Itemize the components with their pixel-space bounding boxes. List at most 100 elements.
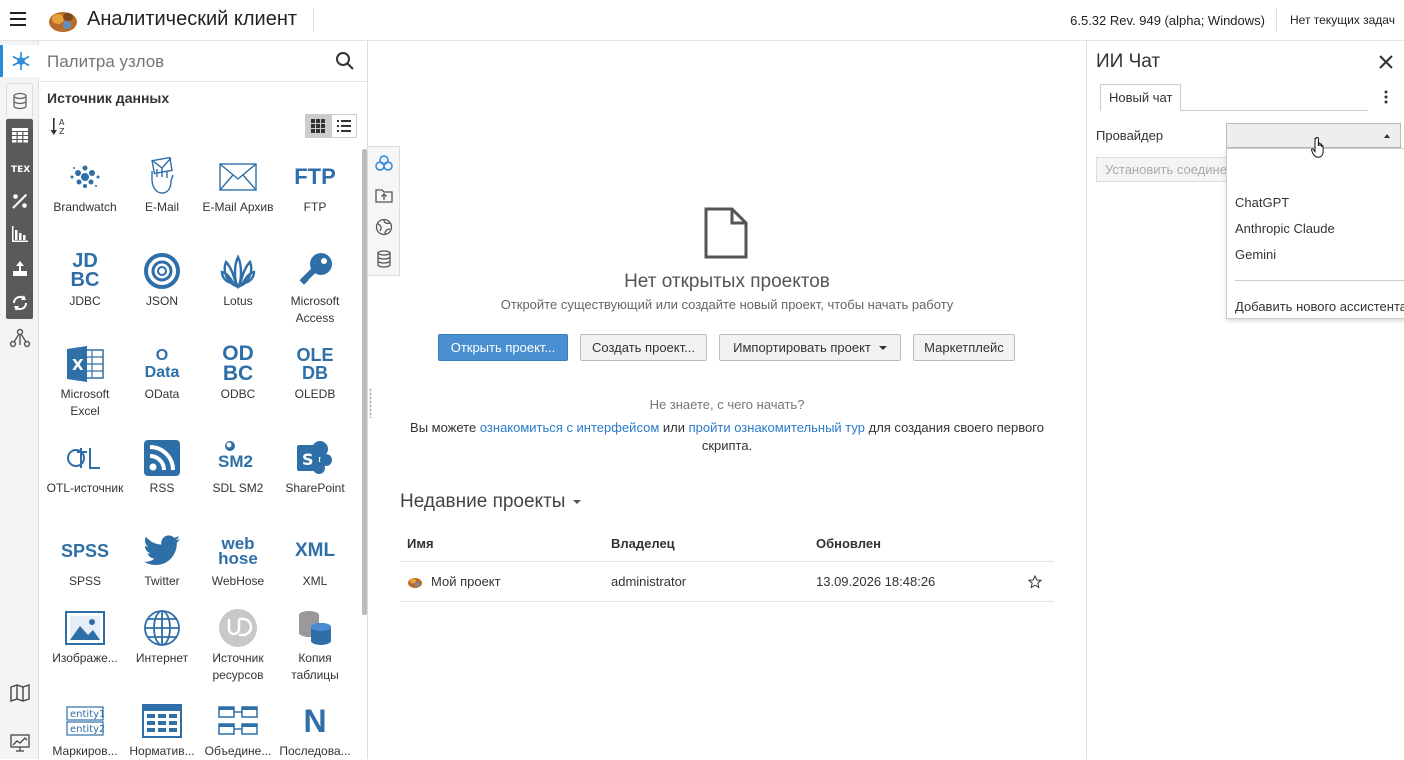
node-jdbc[interactable]: JD BC JDBC: [46, 249, 124, 310]
node-table-copy[interactable]: Копия таблицы: [276, 606, 354, 684]
node-sdl-sm2[interactable]: SM2 SDL SM2: [199, 436, 277, 497]
tour-link[interactable]: пройти ознакомительный тур: [689, 420, 865, 435]
svg-text:S: S: [302, 450, 314, 469]
percent-icon[interactable]: [0, 185, 39, 217]
menu-icon[interactable]: [10, 12, 26, 26]
column-header[interactable]: Обновлен: [816, 525, 881, 561]
node-spss[interactable]: SPSS SPSS: [46, 529, 124, 590]
palette-search-input[interactable]: [47, 51, 327, 73]
email-archive-icon: [219, 163, 257, 191]
caret-up-icon: [1384, 134, 1390, 138]
node-email[interactable]: E-Mail: [123, 155, 201, 216]
grid-view-icon[interactable]: [305, 114, 331, 138]
provider-option[interactable]: Anthropic Claude: [1235, 221, 1335, 236]
node-ms-access[interactable]: Microsoft Access: [276, 249, 354, 327]
node-oledb[interactable]: OLE DB OLEDB: [276, 342, 354, 403]
node-odbc[interactable]: OD BC ODBC: [199, 342, 277, 403]
node-brandwatch[interactable]: Brandwatch: [46, 155, 124, 216]
normative-icon: [142, 704, 182, 738]
export-icon[interactable]: [0, 253, 39, 285]
tasks-status[interactable]: Нет текущих задач: [1290, 13, 1395, 27]
table-row[interactable]: Мой проект administrator 13.09.2026 18:4…: [400, 562, 1054, 602]
app-title: Аналитический клиент: [87, 8, 298, 30]
snowflake-icon[interactable]: [0, 45, 39, 77]
node-ms-excel[interactable]: X Microsoft Excel: [46, 342, 124, 420]
node-sharepoint[interactable]: S SharePoint: [276, 436, 354, 497]
upload-folder-icon[interactable]: [368, 179, 399, 211]
node-rss[interactable]: RSS: [123, 436, 201, 497]
node-twitter[interactable]: Twitter: [123, 529, 201, 590]
odbc-icon: OD BC: [222, 342, 254, 385]
marketplace-button[interactable]: Маркетплейс: [913, 334, 1015, 361]
recent-projects-title[interactable]: Недавние проекты: [400, 491, 582, 513]
database-stack-icon[interactable]: [368, 243, 399, 275]
otl-icon: [67, 448, 100, 469]
resource-source-icon: [219, 609, 257, 647]
merge-icon: [218, 706, 258, 735]
monitor-chart-icon[interactable]: [0, 727, 39, 759]
import-project-button[interactable]: Импортировать проект: [719, 334, 901, 361]
help-text: Вы можете ознакомиться с интерфейсом или…: [410, 420, 1044, 453]
text-icon[interactable]: TEXT: [0, 152, 39, 184]
node-merge[interactable]: Объедине...: [199, 699, 277, 760]
sort-az-icon[interactable]: AZ: [50, 117, 70, 137]
webhose-icon: web hose: [218, 534, 258, 568]
node-resource-source[interactable]: Источник ресурсов: [199, 606, 277, 684]
svg-text:entity2: entity2: [70, 724, 104, 735]
node-json[interactable]: JSON: [123, 249, 201, 310]
map-icon[interactable]: [0, 677, 39, 709]
node-webhose[interactable]: web hose WebHose: [199, 529, 277, 590]
create-project-button[interactable]: Создать проект...: [580, 334, 707, 361]
node-sequence[interactable]: N Последова...: [276, 699, 354, 760]
json-icon: [144, 253, 180, 289]
close-icon[interactable]: [1378, 54, 1394, 70]
palette-scrollbar[interactable]: [362, 149, 367, 615]
database-icon[interactable]: [0, 85, 39, 117]
app-logo: [49, 12, 77, 32]
web-icon[interactable]: [368, 211, 399, 243]
table-icon[interactable]: [0, 119, 39, 151]
column-header[interactable]: Владелец: [611, 525, 675, 561]
top-bar: Аналитический клиент 6.5.32 Rev. 949 (al…: [0, 0, 1404, 41]
network-icon[interactable]: [0, 322, 39, 354]
list-view-icon[interactable]: [331, 114, 357, 138]
chat-title: ИИ Чат: [1096, 51, 1161, 72]
interface-link[interactable]: ознакомиться с интерфейсом: [480, 420, 659, 435]
provider-option[interactable]: Gemini: [1235, 247, 1276, 262]
node-normative[interactable]: Норматив...: [123, 699, 201, 760]
help-question: Не знаете, с чего начать?: [649, 397, 805, 412]
nodes-icon[interactable]: [368, 147, 399, 179]
node-image[interactable]: Изображе...: [46, 606, 124, 667]
node-entity[interactable]: entity1 entity2 Маркиров...: [46, 699, 124, 760]
divider: [1235, 280, 1404, 281]
tab-new-chat[interactable]: Новый чат: [1100, 84, 1182, 111]
svg-text:A: A: [59, 118, 65, 127]
node-odata[interactable]: O Data OData: [123, 342, 201, 403]
node-ftp[interactable]: FTP FTP: [276, 155, 354, 216]
splitter-handle[interactable]: [369, 388, 372, 418]
node-email-archive[interactable]: E-Mail Архив: [199, 155, 277, 216]
node-internet[interactable]: Интернет: [123, 606, 201, 667]
star-icon[interactable]: [1028, 562, 1042, 601]
empty-title: Нет открытых проектов: [624, 271, 830, 292]
provider-option[interactable]: ChatGPT: [1235, 195, 1289, 210]
open-project-button[interactable]: Открыть проект...: [438, 334, 568, 361]
provider-dropdown: ChatGPT Anthropic Claude Gemini Добавить…: [1226, 148, 1404, 319]
add-assistant-option[interactable]: Добавить нового ассистента: [1235, 299, 1404, 314]
caret-down-icon: [573, 500, 582, 504]
recycle-icon[interactable]: [0, 287, 39, 319]
sharepoint-icon: S: [297, 441, 332, 474]
svg-text:TEXT: TEXT: [11, 165, 30, 175]
project-name-cell[interactable]: Мой проект: [407, 562, 501, 601]
search-icon[interactable]: [335, 51, 355, 71]
connect-button[interactable]: Установить соединение: [1096, 157, 1236, 182]
node-lotus[interactable]: Lotus: [199, 249, 277, 310]
more-vertical-icon[interactable]: [1384, 90, 1388, 104]
spss-icon: SPSS: [60, 540, 110, 561]
bar-chart-icon[interactable]: [0, 218, 39, 250]
version-label: 6.5.32 Rev. 949 (alpha; Windows): [1070, 13, 1265, 28]
excel-icon: X: [67, 346, 104, 382]
node-xml[interactable]: XML XML: [276, 529, 354, 590]
column-header[interactable]: Имя: [407, 525, 434, 561]
node-otl[interactable]: OTL-источник: [46, 436, 124, 497]
